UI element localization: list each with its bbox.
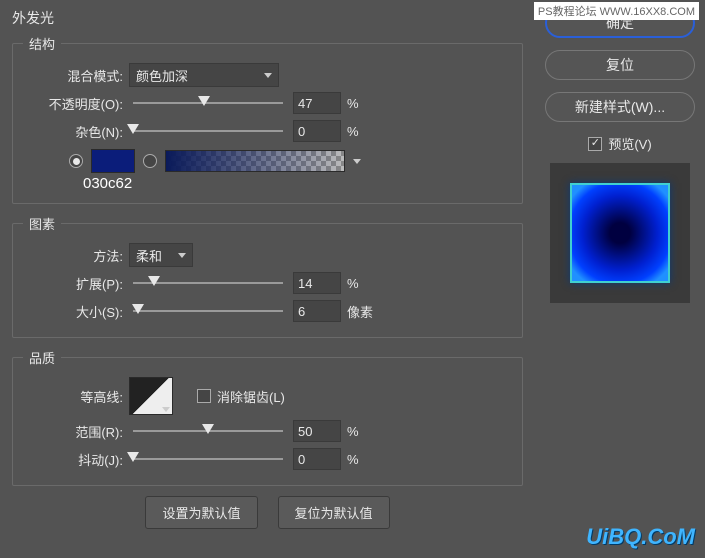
color-swatch[interactable] [91, 149, 135, 173]
blend-mode-label: 混合模式: [23, 66, 123, 85]
structure-legend: 结构 [23, 34, 61, 53]
spread-slider[interactable] [133, 282, 283, 284]
color-hex-label: 030c62 [83, 175, 132, 192]
range-slider[interactable] [133, 430, 283, 432]
slider-thumb-icon[interactable] [127, 452, 139, 462]
blend-mode-value: 颜色加深 [136, 66, 188, 85]
chevron-down-icon [264, 73, 272, 78]
opacity-unit: % [347, 96, 377, 111]
jitter-label: 抖动(J): [23, 450, 123, 469]
quality-legend: 品质 [23, 348, 61, 367]
structure-group: 结构 混合模式: 颜色加深 不透明度(O): % 杂色(N): % [12, 34, 523, 204]
noise-unit: % [347, 124, 377, 139]
set-default-button[interactable]: 设置为默认值 [145, 496, 257, 529]
gradient-swatch[interactable] [165, 150, 345, 172]
solid-color-radio[interactable] [69, 154, 83, 168]
spread-unit: % [347, 276, 377, 291]
range-unit: % [347, 424, 377, 439]
blend-mode-select[interactable]: 颜色加深 [129, 63, 279, 87]
slider-thumb-icon[interactable] [148, 276, 160, 286]
antialias-label: 消除锯齿(L) [217, 387, 285, 406]
gradient-radio[interactable] [143, 154, 157, 168]
slider-thumb-icon[interactable] [127, 124, 139, 134]
chevron-down-icon [162, 407, 170, 412]
preview-label: 预览(V) [608, 134, 651, 153]
new-style-button[interactable]: 新建样式(W)... [545, 92, 695, 122]
range-label: 范围(R): [23, 422, 123, 441]
elements-group: 图素 方法: 柔和 扩展(P): % 大小(S): 像素 [12, 214, 523, 338]
chevron-down-icon [178, 253, 186, 258]
jitter-input[interactable] [293, 448, 341, 470]
opacity-label: 不透明度(O): [23, 94, 123, 113]
jitter-slider[interactable] [133, 458, 283, 460]
contour-picker[interactable] [129, 377, 173, 415]
watermark-bottom: UiBQ.CoM [586, 524, 695, 550]
technique-value: 柔和 [136, 246, 162, 265]
slider-thumb-icon[interactable] [132, 304, 144, 314]
reset-button[interactable]: 复位 [545, 50, 695, 80]
noise-slider[interactable] [133, 130, 283, 132]
preview-checkbox[interactable] [588, 137, 602, 151]
slider-thumb-icon[interactable] [202, 424, 214, 434]
size-slider[interactable] [133, 310, 283, 312]
preview-box [550, 163, 690, 303]
spread-label: 扩展(P): [23, 274, 123, 293]
size-unit: 像素 [347, 302, 377, 321]
slider-thumb-icon[interactable] [198, 96, 210, 106]
range-input[interactable] [293, 420, 341, 442]
opacity-input[interactable] [293, 92, 341, 114]
technique-select[interactable]: 柔和 [129, 243, 193, 267]
reset-default-button[interactable]: 复位为默认值 [278, 496, 390, 529]
chevron-down-icon[interactable] [353, 159, 361, 164]
opacity-slider[interactable] [133, 102, 283, 104]
spread-input[interactable] [293, 272, 341, 294]
elements-legend: 图素 [23, 214, 61, 233]
antialias-checkbox[interactable] [197, 389, 211, 403]
quality-group: 品质 等高线: 消除锯齿(L) 范围(R): % 抖动(J): % [12, 348, 523, 486]
watermark-top: PS教程论坛 WWW.16XX8.COM [534, 2, 699, 20]
noise-label: 杂色(N): [23, 122, 123, 141]
noise-input[interactable] [293, 120, 341, 142]
contour-label: 等高线: [23, 387, 123, 406]
size-label: 大小(S): [23, 302, 123, 321]
technique-label: 方法: [23, 246, 123, 265]
jitter-unit: % [347, 452, 377, 467]
preview-thumbnail [570, 183, 670, 283]
panel-title: 外发光 [12, 8, 523, 28]
size-input[interactable] [293, 300, 341, 322]
